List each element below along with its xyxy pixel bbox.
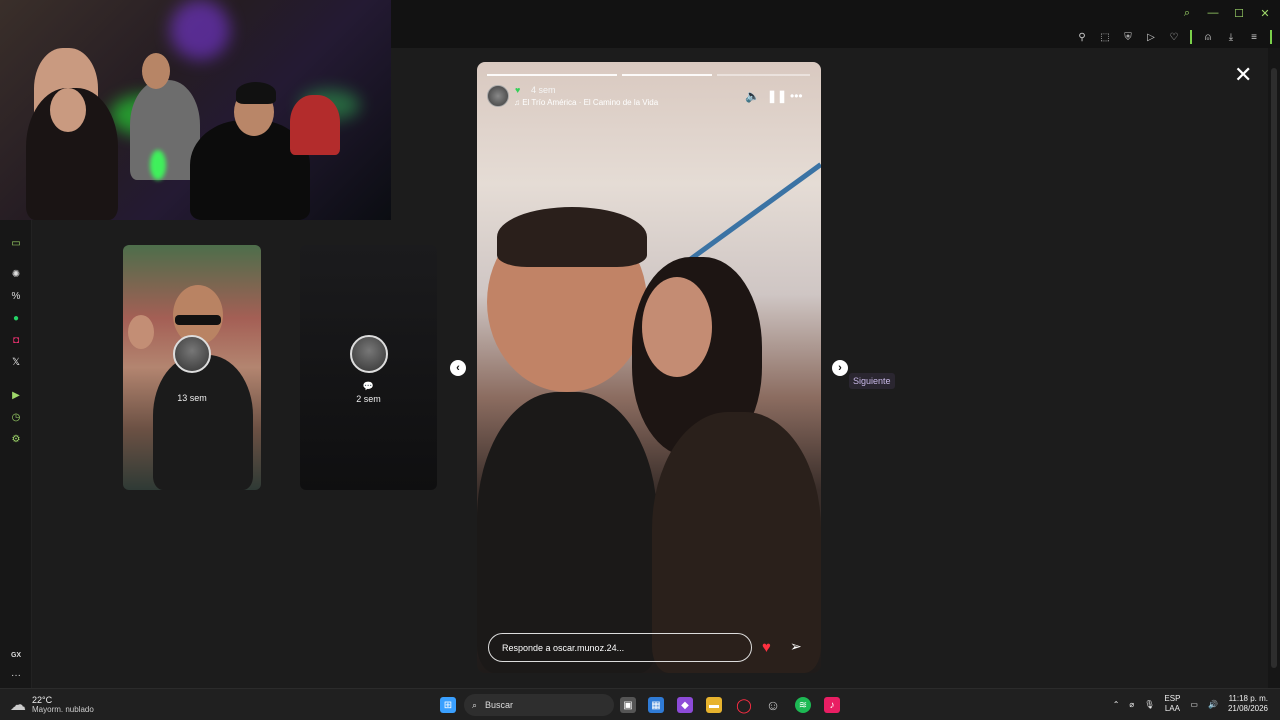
game-controller-icon[interactable]: ▭ [9, 236, 23, 250]
m365-icon[interactable]: ◆ [677, 697, 693, 713]
song-title: El Trío América · El Camino de la Vida [522, 98, 659, 107]
story-progress-segment [487, 74, 617, 76]
music-icon: ♫ [514, 98, 523, 107]
close-viewer-button[interactable]: ✕ [1234, 62, 1252, 88]
instagram-icon[interactable]: ◘ [9, 333, 23, 347]
story-thumbnail-1[interactable]: 13 sem [123, 245, 261, 490]
microphone-icon[interactable]: 🎙 [1144, 700, 1154, 709]
story-progress-segment [622, 74, 712, 76]
chatgpt-icon[interactable]: ✺ [9, 267, 23, 281]
scrollbar[interactable] [1268, 48, 1280, 688]
keyboard-layout: LAA [1164, 704, 1180, 713]
story-viewer: ♥ 4 sem ♫ El Trío América · El Camino de… [477, 62, 821, 673]
windows-start-icon[interactable]: ⊞ [440, 697, 456, 713]
story-time-label: 13 sem [177, 393, 207, 403]
gx-icon[interactable]: GX [9, 648, 23, 662]
close-window-icon[interactable]: ✕ [1258, 6, 1272, 20]
story-time-label: 2 sem [356, 394, 381, 404]
story-music-label[interactable]: ♫ El Trío América · El Camino de la Vida [514, 98, 658, 107]
search-icon: ⌕ [472, 699, 478, 710]
maximize-icon[interactable]: ☐ [1232, 6, 1246, 20]
toolbar-divider [1270, 30, 1272, 44]
play-icon[interactable]: ▶ [9, 388, 23, 402]
story-thumbnail-2[interactable]: 💬 2 sem [300, 245, 437, 490]
weather-description: Mayorm. nublado [32, 705, 94, 714]
cloud-icon: ☁ [10, 697, 26, 714]
search-icon[interactable]: ⌕ [1180, 6, 1194, 20]
weather-temperature: 22°C [32, 695, 53, 705]
settings-icon[interactable]: ⚙ [9, 432, 23, 446]
story-avatar [173, 335, 211, 373]
close-friends-heart-icon: ♥ [515, 85, 521, 95]
language-code: ESP [1164, 694, 1181, 703]
toolbar-divider [1190, 30, 1192, 44]
comment-icon: 💬 [362, 381, 375, 391]
browser-toolbar: ⚲ ⬚ ⛨ ▷ ♡ ⍝ ⤓ ≡ [1075, 30, 1272, 44]
window-controls: ⌕ — ☐ ✕ [1180, 6, 1272, 20]
player-icon[interactable]: ▷ [1144, 30, 1158, 44]
taskbar-search[interactable]: ⌕ Buscar [464, 694, 614, 716]
display-icon[interactable]: ▭ [1190, 700, 1198, 709]
send-icon[interactable]: ➢ [790, 638, 802, 655]
tray-expand-icon[interactable]: ⌃ [1113, 700, 1120, 709]
percent-icon[interactable]: % [9, 289, 23, 303]
store-icon[interactable]: ▦ [648, 697, 664, 713]
story-author-avatar[interactable] [487, 85, 509, 107]
pin-icon[interactable]: ⚲ [1075, 30, 1089, 44]
menu-icon[interactable]: ≡ [1247, 30, 1261, 44]
system-tray: ⌃ ⌀ 🎙 ESP LAA ▭ 🔊 11:18 p. m. 21/08/2026 [1113, 694, 1268, 714]
browser-top-bar: ⌕ — ☐ ✕ ⚲ ⬚ ⛨ ▷ ♡ ⍝ ⤓ ≡ [390, 0, 1280, 48]
pause-icon[interactable]: ❚❚ [767, 89, 787, 103]
browser-sidebar: ▭ ✺ % ● ◘ 𝕏 ▶ ◷ ⚙ GX ··· [0, 220, 32, 688]
opera-gx-icon[interactable]: ◯ [736, 697, 752, 713]
mute-icon[interactable]: 🔈 [745, 89, 760, 103]
weather-widget[interactable]: ☁ 22°C Mayorm. nublado [10, 695, 94, 715]
story-avatar [350, 335, 388, 373]
like-heart-icon[interactable]: ♥ [762, 639, 771, 656]
task-view-icon[interactable]: ▣ [620, 697, 636, 713]
scrollbar-thumb[interactable] [1271, 68, 1277, 668]
mic-off-icon[interactable]: ⌀ [1129, 700, 1134, 709]
more-icon[interactable]: ··· [9, 668, 23, 682]
windows-taskbar: ☁ 22°C Mayorm. nublado ⊞ ⌕ Buscar ▣ ▦ ◆ … [0, 688, 1280, 720]
previous-story-button[interactable]: ‹ [450, 360, 466, 376]
minimize-icon[interactable]: — [1206, 6, 1220, 20]
whatsapp-icon[interactable]: ● [9, 311, 23, 325]
file-explorer-icon[interactable]: ▬ [706, 697, 722, 713]
profile-icon[interactable]: ⍝ [1201, 30, 1215, 44]
clock-icon[interactable]: ◷ [9, 410, 23, 424]
story-time: 4 sem [531, 85, 556, 95]
webcam-overlay [0, 0, 391, 220]
volume-icon[interactable]: 🔊 [1208, 700, 1218, 709]
x-icon[interactable]: 𝕏 [9, 355, 23, 369]
search-placeholder: Buscar [485, 700, 514, 710]
chat-app-icon[interactable]: ☺ [765, 697, 781, 713]
language-indicator[interactable]: ESP LAA [1164, 694, 1180, 714]
story-header: ♥ 4 sem ♫ El Trío América · El Camino de… [487, 85, 811, 109]
bookmark-heart-icon[interactable]: ♡ [1167, 30, 1181, 44]
tiktok-icon[interactable]: ♪ [824, 697, 840, 713]
reply-input[interactable]: Responde a oscar.munoz.24... [488, 633, 752, 662]
clock[interactable]: 11:18 p. m. 21/08/2026 [1228, 694, 1268, 714]
next-tooltip: Siguiente [849, 373, 895, 389]
story-progress-segment [717, 74, 810, 76]
spotify-icon[interactable]: ≋ [795, 697, 811, 713]
clock-time: 11:18 p. m. [1228, 694, 1268, 703]
next-story-button[interactable]: › [832, 360, 848, 376]
snapshot-icon[interactable]: ⬚ [1098, 30, 1112, 44]
clock-date: 21/08/2026 [1227, 704, 1268, 713]
shield-icon[interactable]: ⛨ [1121, 30, 1135, 44]
download-icon[interactable]: ⤓ [1224, 30, 1238, 44]
more-options-icon[interactable]: ••• [790, 89, 803, 103]
